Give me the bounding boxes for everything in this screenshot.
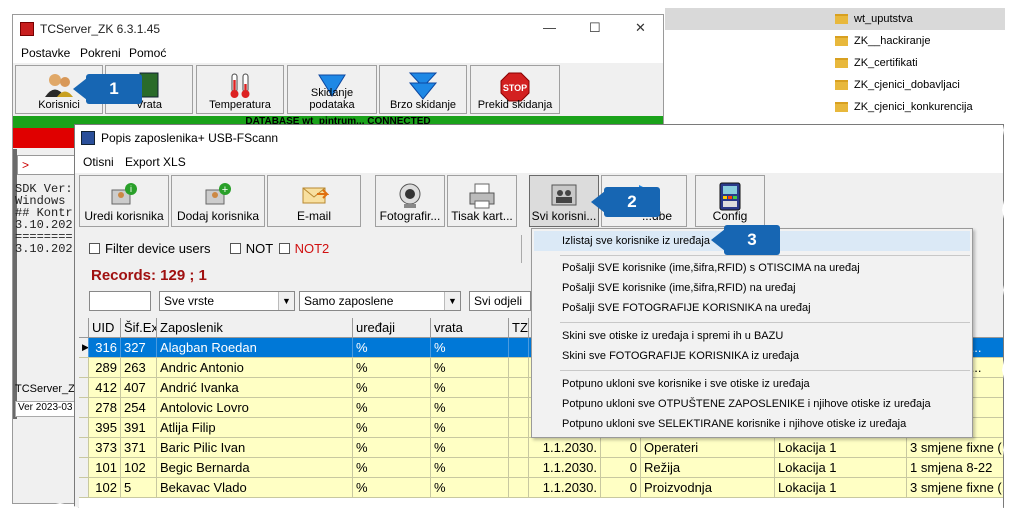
torn-edge-overlay <box>0 0 1021 523</box>
screenshot: wt_uputstva ZK__hackiranje ZK_certifikat… <box>0 0 1021 523</box>
